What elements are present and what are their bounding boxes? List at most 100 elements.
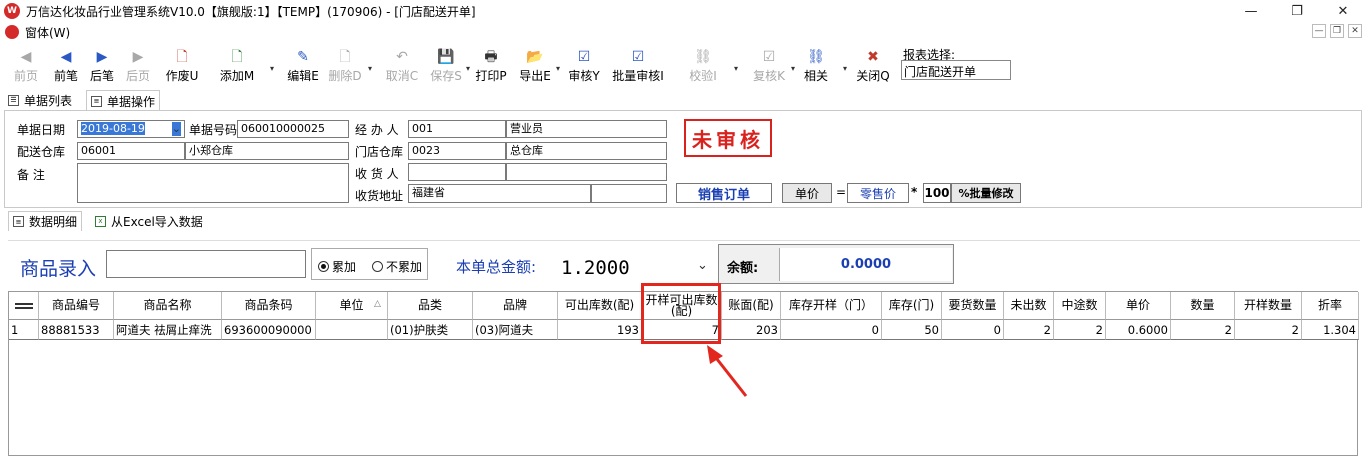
- docno-field[interactable]: 060010000025: [237, 120, 349, 138]
- batch-edit-button[interactable]: %批量修改: [951, 183, 1021, 203]
- table-cell[interactable]: 0: [942, 320, 1004, 340]
- toolbar-button-link[interactable]: ⛓ 相关: [799, 46, 833, 86]
- dropdown-arrow-icon[interactable]: ▾: [843, 64, 847, 73]
- mdi-minimize-button[interactable]: —: [1312, 24, 1326, 38]
- toolbar-button-edit[interactable]: ✎ 编辑E: [281, 46, 325, 86]
- table-cell[interactable]: 2: [1171, 320, 1235, 340]
- toolbar-button-export[interactable]: 📂 导出E: [515, 46, 555, 86]
- handler-name-field[interactable]: 营业员: [506, 120, 667, 138]
- handler-code-field[interactable]: 001: [408, 120, 506, 138]
- product-entry-input[interactable]: [106, 250, 306, 278]
- sort-icon[interactable]: △: [374, 299, 381, 309]
- radio-no-accumulate[interactable]: 不累加: [372, 258, 422, 275]
- table-cell[interactable]: 0.6000: [1106, 320, 1171, 340]
- store-warehouse-code-field[interactable]: 0023: [408, 142, 506, 160]
- order-type-field[interactable]: 销售订单: [676, 183, 772, 203]
- table-cell[interactable]: 2: [1004, 320, 1054, 340]
- radio-label: 不累加: [386, 260, 423, 274]
- column-header[interactable]: 品类: [388, 292, 473, 320]
- toolbar-button-undo[interactable]: ↶ 取消C: [380, 46, 424, 86]
- column-header[interactable]: 未出数: [1004, 292, 1054, 320]
- address-field[interactable]: 福建省: [408, 184, 591, 203]
- dropdown-arrow-icon[interactable]: ▾: [791, 64, 795, 73]
- table-cell[interactable]: 203: [722, 320, 781, 340]
- row-selector-header[interactable]: [9, 292, 39, 320]
- minimize-button[interactable]: —: [1228, 0, 1274, 22]
- radio-dot-unchecked[interactable]: [372, 261, 383, 272]
- column-header[interactable]: 商品编号: [39, 292, 114, 320]
- table-cell[interactable]: 0: [781, 320, 882, 340]
- column-header[interactable]: 账面(配): [722, 292, 781, 320]
- maximize-button[interactable]: ❐: [1274, 0, 1320, 22]
- receiver-field[interactable]: [408, 163, 506, 181]
- tab-excel-import[interactable]: x 从Excel导入数据: [91, 211, 207, 231]
- chevron-down-icon[interactable]: ⌄: [697, 258, 708, 273]
- price-label: 单价: [782, 183, 832, 203]
- toolbar-button-save[interactable]: 💾 保存S: [424, 46, 468, 86]
- table-cell[interactable]: 88881533: [39, 320, 114, 340]
- table-cell[interactable]: 2: [1235, 320, 1302, 340]
- toolbar-button-delete[interactable]: 🗋 删除D: [323, 46, 367, 86]
- radio-dot-checked[interactable]: [318, 261, 329, 272]
- table-cell[interactable]: (01)护肤类: [388, 320, 473, 340]
- top-tab-strip: ☰ 单据列表 ≡ 单据操作: [0, 90, 1366, 111]
- table-cell[interactable]: 1.304: [1302, 320, 1359, 340]
- toolbar-button-add[interactable]: 🗋 添加M: [215, 46, 259, 86]
- tab-doc-operation[interactable]: ≡ 单据操作: [86, 90, 161, 111]
- toolbar-button-approve[interactable]: ☑ 审核Y: [564, 46, 604, 86]
- table-cell[interactable]: 2: [1054, 320, 1106, 340]
- tab-doc-list[interactable]: ☰ 单据列表: [4, 90, 76, 110]
- price-type-field[interactable]: 零售价: [847, 183, 909, 203]
- mdi-close-button[interactable]: ✕: [1348, 24, 1362, 38]
- toolbar-button-void[interactable]: 🗋 作废U: [158, 46, 206, 86]
- tab-label: 单据操作: [107, 94, 156, 109]
- column-header[interactable]: 要货数量: [942, 292, 1004, 320]
- column-header[interactable]: 可出库数(配): [558, 292, 642, 320]
- column-header[interactable]: 商品条码: [222, 292, 316, 320]
- table-cell[interactable]: [316, 320, 388, 340]
- table-cell[interactable]: (03)阿道夫: [473, 320, 558, 340]
- dropdown-arrow-icon[interactable]: ▾: [556, 64, 560, 73]
- table-cell[interactable]: 阿道夫 祛屑止痒洗: [114, 320, 222, 340]
- toolbar-button-close[interactable]: ✖ 关闭Q: [855, 46, 891, 86]
- address-extra-field[interactable]: [591, 184, 667, 203]
- menu-item-window[interactable]: 窗体(W): [25, 24, 70, 41]
- dropdown-arrow-icon[interactable]: ▾: [368, 64, 372, 73]
- column-header[interactable]: 折率: [1302, 292, 1359, 320]
- toolbar-button-batch-approve[interactable]: ☑ 批量审核I: [606, 46, 670, 86]
- chevron-down-icon[interactable]: ⌄: [171, 122, 181, 136]
- column-header[interactable]: 库存(门): [882, 292, 942, 320]
- close-window-button[interactable]: ✕: [1320, 0, 1366, 22]
- receiver-extra-field[interactable]: [506, 163, 667, 181]
- table-cell[interactable]: 693600090000: [222, 320, 316, 340]
- toolbar-button-next-last[interactable]: ▶ 后页: [116, 46, 160, 86]
- highlight-box: [641, 283, 721, 344]
- column-header[interactable]: 开样数量: [1235, 292, 1302, 320]
- table-cell[interactable]: 50: [882, 320, 942, 340]
- export-icon: 📂: [526, 49, 544, 65]
- remark-field[interactable]: [77, 163, 349, 203]
- toolbar-button-printer[interactable]: 🖶 打印P: [473, 46, 509, 86]
- dist-warehouse-code-field[interactable]: 06001: [77, 142, 185, 160]
- tab-data-detail[interactable]: ≡ 数据明细: [8, 211, 83, 231]
- column-header[interactable]: 商品名称: [114, 292, 222, 320]
- toolbar-button-recheck[interactable]: ☑ 复核K: [747, 46, 791, 86]
- table-cell[interactable]: 193: [558, 320, 642, 340]
- dropdown-arrow-icon[interactable]: ▾: [466, 64, 470, 73]
- mdi-restore-button[interactable]: ❐: [1330, 24, 1344, 38]
- toolbar-button-prev-first[interactable]: ◀ 前页: [4, 46, 48, 86]
- column-header[interactable]: 库存开样（门）: [781, 292, 882, 320]
- dropdown-arrow-icon[interactable]: ▾: [270, 64, 274, 73]
- report-select-input[interactable]: 门店配送开单: [901, 60, 1011, 80]
- dist-warehouse-name-field[interactable]: 小郑仓库: [185, 142, 349, 160]
- dropdown-arrow-icon[interactable]: ▾: [734, 64, 738, 73]
- column-header[interactable]: 品牌: [473, 292, 558, 320]
- column-header[interactable]: 中途数: [1054, 292, 1106, 320]
- date-field[interactable]: 2019-08-19 ⌄: [77, 120, 185, 138]
- toolbar-button-verify[interactable]: ⛓ 校验I: [681, 46, 725, 86]
- column-header[interactable]: 数量: [1171, 292, 1235, 320]
- store-warehouse-name-field[interactable]: 总仓库: [506, 142, 667, 160]
- radio-accumulate[interactable]: 累加: [318, 258, 356, 275]
- column-header[interactable]: 单价: [1106, 292, 1171, 320]
- percent-field[interactable]: 100: [923, 183, 951, 203]
